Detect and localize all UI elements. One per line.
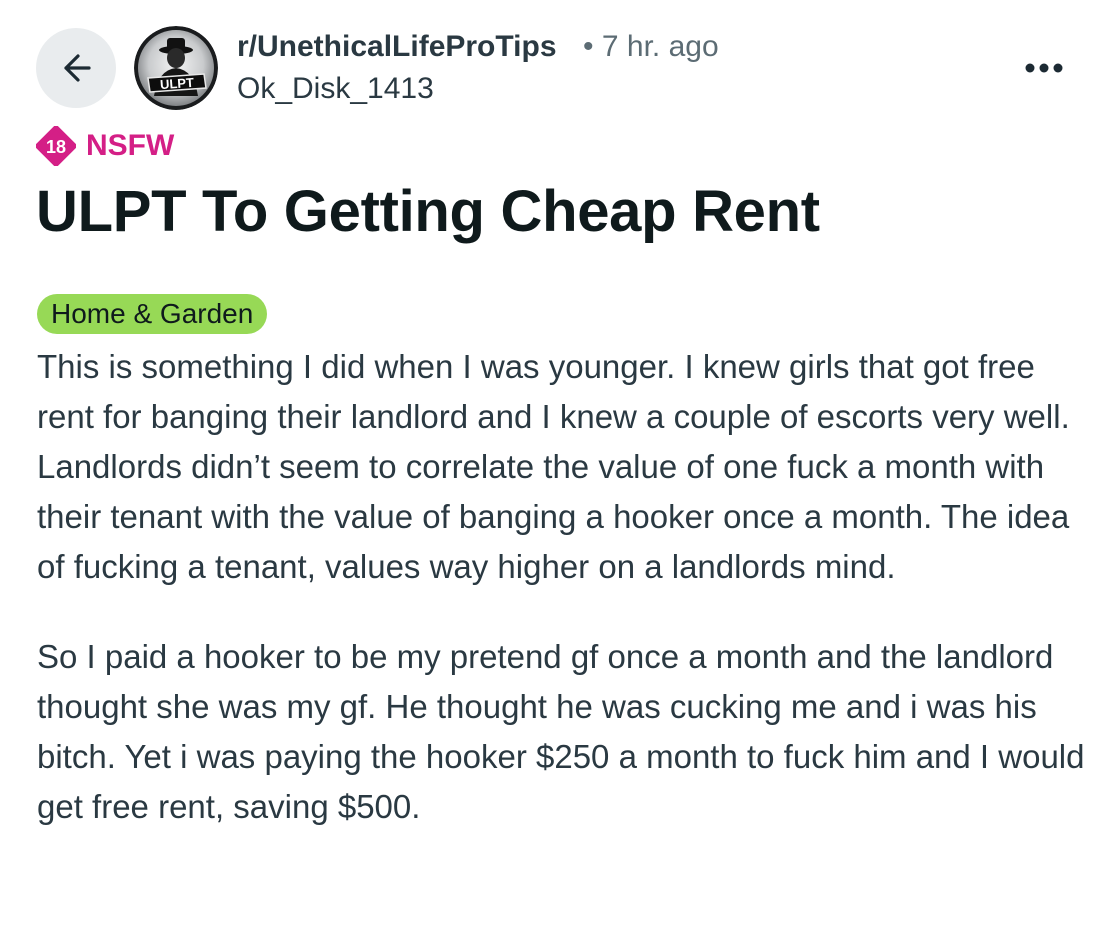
post-flair[interactable]: Home & Garden xyxy=(37,294,268,334)
meta-separator: • xyxy=(583,30,594,63)
post-time: 7 hr. ago xyxy=(601,30,719,63)
back-button[interactable] xyxy=(36,28,116,108)
arrow-left-icon xyxy=(64,54,91,82)
nsfw-label: NSFW xyxy=(86,129,175,162)
more-options-button[interactable] xyxy=(1020,50,1068,86)
author-link[interactable]: Ok_Disk_1413 xyxy=(237,72,434,106)
ellipsis-horizontal-icon xyxy=(1025,63,1063,73)
post-body: This is something I did when I was young… xyxy=(37,342,1087,832)
post-title: ULPT To Getting Cheap Rent xyxy=(36,179,820,244)
subreddit-link[interactable]: r/UnethicalLifeProTips xyxy=(237,30,557,64)
nsfw-badge-number: 18 xyxy=(46,137,66,157)
nsfw-18-badge-icon: 18 xyxy=(36,126,76,166)
avatar-text: ULPT xyxy=(160,75,195,92)
post-paragraph: So I paid a hooker to be my pretend gf o… xyxy=(37,638,1085,825)
post-paragraph: This is something I did when I was young… xyxy=(37,348,1070,585)
nsfw-tag: 18 NSFW xyxy=(36,126,174,166)
subreddit-avatar[interactable]: ULPT xyxy=(134,26,218,110)
post-meta: • 7 hr. ago xyxy=(583,30,719,64)
